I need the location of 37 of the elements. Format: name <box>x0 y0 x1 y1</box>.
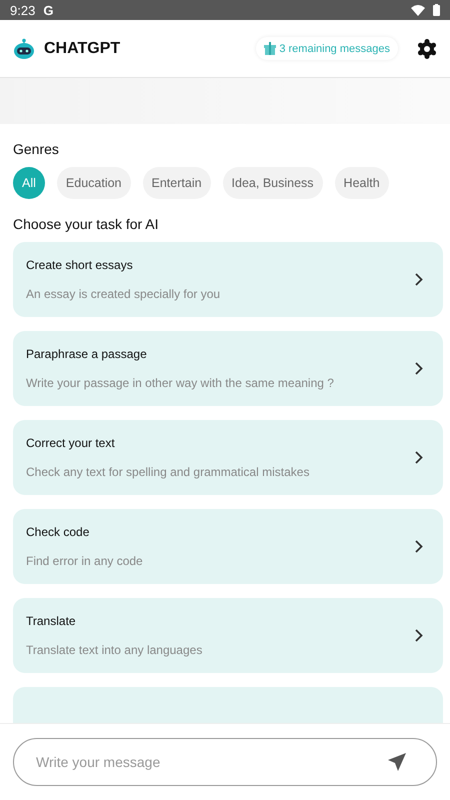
robot-icon <box>13 38 35 60</box>
task-title: Check code <box>26 525 90 539</box>
chevron-right-icon <box>415 362 423 375</box>
chevron-right-icon <box>415 629 423 642</box>
task-title: Create short essays <box>26 258 134 272</box>
section-title: Choose your task for AI <box>13 216 160 232</box>
task-card[interactable]: Paraphrase a passage Write your passage in other way with the same meaning ? <box>13 331 443 406</box>
genre-chip[interactable]: Idea, Business <box>222 167 323 199</box>
gift-icon <box>264 42 276 55</box>
task-title: Paraphrase a passage <box>26 347 148 361</box>
task-description: Check any text for spelling and grammatical mistakes <box>26 465 310 479</box>
settings-icon[interactable] <box>417 38 437 58</box>
app-title: CHATGPT <box>44 40 120 58</box>
genre-chip[interactable]: Education <box>56 167 131 199</box>
task-title: Translate <box>26 614 77 628</box>
task-description: An essay is created specially for you <box>26 287 222 301</box>
task-description: Find error in any code <box>26 554 144 568</box>
task-title: Correct your text <box>26 436 116 450</box>
status-time: 9:23 <box>10 2 36 18</box>
genre-chip[interactable]: Health <box>334 167 389 199</box>
chevron-right-icon <box>415 273 423 286</box>
task-description: Write your passage in other way with the same meaning ? <box>26 376 335 390</box>
task-card[interactable]: Correct your text Check any text for spelling and grammatical mistakes <box>13 420 443 495</box>
battery-icon <box>433 4 440 16</box>
task-description: Translate text into any languages <box>26 643 204 657</box>
task-card[interactable]: Create short essays An essay is created specially for you <box>13 242 443 317</box>
notification-letter: G <box>43 2 54 18</box>
wifi-icon <box>411 4 425 16</box>
section-title: Genres <box>13 141 60 157</box>
genre-chip[interactable]: Entertain <box>142 167 211 199</box>
chevron-right-icon <box>415 451 423 464</box>
chevron-right-icon <box>415 540 423 553</box>
task-card[interactable]: Translate Translate text into any languages <box>13 598 443 673</box>
message-field[interactable]: Write your message <box>13 738 437 786</box>
send-icon[interactable] <box>387 752 407 772</box>
genre-chip[interactable]: All <box>13 167 45 199</box>
task-card[interactable]: Check code Find error in any code <box>13 509 443 584</box>
